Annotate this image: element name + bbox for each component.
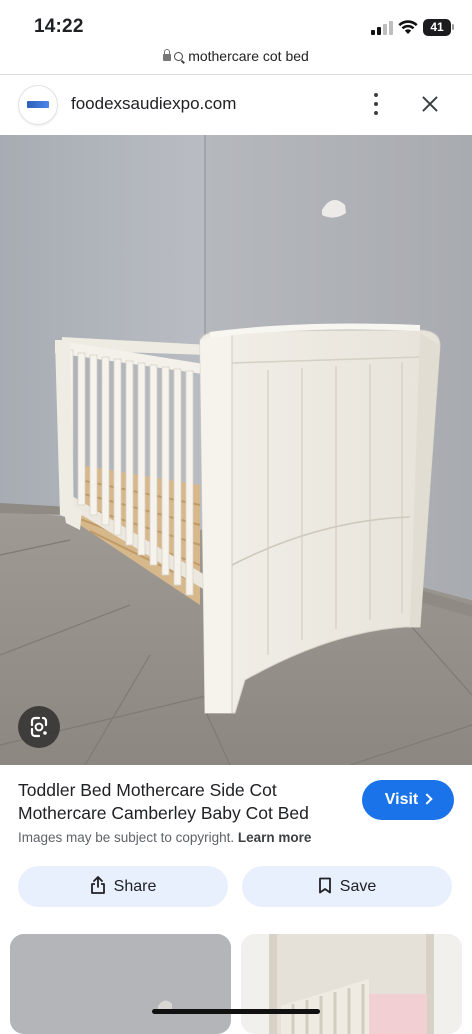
- lock-icon: [163, 49, 172, 61]
- more-vert-icon-dot: [374, 111, 378, 115]
- related-result-2[interactable]: [241, 934, 462, 1034]
- status-time: 14:22: [34, 16, 84, 37]
- share-button[interactable]: Share: [18, 866, 228, 907]
- more-options-button[interactable]: [364, 91, 388, 117]
- search-icon: [174, 52, 184, 61]
- related-image-1: [10, 934, 231, 1034]
- related-image-2: [241, 934, 462, 1034]
- status-bar: 14:22 41: [0, 0, 472, 50]
- copyright-text: Images may be subject to copyright.: [18, 830, 235, 845]
- more-vert-icon: [374, 93, 378, 97]
- favicon-logo-icon: [27, 101, 49, 108]
- cot-bed-photo: [0, 135, 472, 765]
- site-favicon[interactable]: [18, 85, 58, 125]
- save-label: Save: [339, 878, 377, 895]
- address-bar[interactable]: mothercare cot bed: [0, 48, 472, 70]
- source-bar: foodexsaudiexpo.com: [0, 75, 472, 135]
- google-lens-icon: [30, 716, 48, 738]
- visit-button[interactable]: Visit: [362, 780, 454, 820]
- source-site-name[interactable]: foodexsaudiexpo.com: [71, 94, 236, 114]
- close-button[interactable]: [418, 92, 442, 116]
- battery-cap: [452, 24, 454, 30]
- result-title-line-2: Mothercare Camberley Baby Cot Bed: [18, 803, 309, 823]
- related-result-1[interactable]: [10, 934, 231, 1034]
- home-indicator: [152, 1009, 320, 1014]
- learn-more-link[interactable]: Learn more: [238, 830, 312, 845]
- result-image[interactable]: [0, 135, 472, 765]
- share-label: Share: [113, 878, 157, 895]
- lens-search-button[interactable]: [18, 706, 60, 748]
- bookmark-icon: [318, 877, 331, 894]
- copyright-notice: Images may be subject to copyright. Lear…: [18, 830, 311, 845]
- visit-label: Visit: [384, 791, 419, 808]
- save-button[interactable]: Save: [242, 866, 452, 907]
- result-title[interactable]: Toddler Bed Mothercare Side Cot Motherca…: [18, 779, 348, 825]
- url-text: mothercare cot bed: [188, 48, 309, 64]
- chevron-right-icon: [421, 793, 433, 805]
- wifi-icon: [398, 20, 418, 34]
- share-icon: [90, 876, 105, 894]
- result-title-line-1: Toddler Bed Mothercare Side Cot: [18, 780, 277, 800]
- more-vert-icon-dot: [374, 102, 378, 106]
- battery-indicator: 41: [423, 19, 451, 36]
- cellular-signal-icon: [371, 21, 393, 35]
